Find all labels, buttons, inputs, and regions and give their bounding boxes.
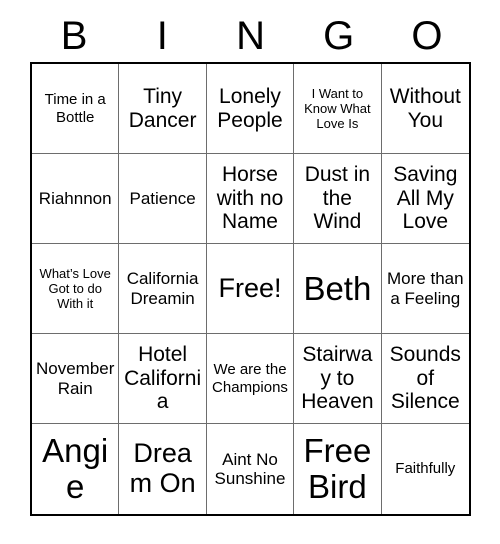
bingo-cell[interactable]: Sounds of Silence bbox=[381, 334, 469, 424]
bingo-cell[interactable]: Stairway to Heaven bbox=[294, 334, 382, 424]
bingo-cell[interactable]: Horse with no Name bbox=[206, 154, 295, 244]
bingo-grid: Time in a Bottle Tiny Dancer Lonely Peop… bbox=[30, 62, 471, 516]
bingo-cell[interactable]: Beth bbox=[294, 244, 382, 334]
bingo-cell-label: Riahnnon bbox=[38, 188, 112, 208]
bingo-cell-label: Dust in the Wind bbox=[304, 163, 371, 234]
bingo-cell[interactable]: Aint No Sunshine bbox=[206, 424, 295, 514]
bingo-cell[interactable]: Without You bbox=[381, 64, 469, 154]
bingo-cell[interactable]: Dust in the Wind bbox=[294, 154, 382, 244]
bingo-cell-label: I Want to Know What Love Is bbox=[304, 85, 371, 132]
bingo-cell[interactable]: Angie bbox=[32, 424, 120, 514]
bingo-cell-label: Patience bbox=[129, 188, 196, 208]
bingo-cell-label: Angie bbox=[42, 432, 109, 505]
bingo-cell-label: Horse with no Name bbox=[216, 163, 284, 234]
bingo-cell-label: Without You bbox=[389, 84, 461, 132]
bingo-cell[interactable]: Tiny Dancer bbox=[119, 64, 207, 154]
bingo-cell-label: Beth bbox=[303, 269, 372, 307]
bingo-cell[interactable]: Hotel California bbox=[119, 334, 207, 424]
bingo-cell-label: Dream On bbox=[129, 438, 196, 498]
header-letter-i: I bbox=[156, 14, 168, 58]
bingo-cell-label: What’s Love Got to do With it bbox=[39, 265, 111, 312]
bingo-cell[interactable]: Lonely People bbox=[206, 64, 295, 154]
bingo-cell[interactable]: We are the Champions bbox=[206, 334, 295, 424]
bingo-cell[interactable]: More than a Feeling bbox=[381, 244, 469, 334]
bingo-cell-label: Time in a Bottle bbox=[44, 91, 106, 126]
bingo-card: B I N G O Time in a Bottle Tiny Dancer L… bbox=[0, 0, 500, 544]
bingo-cell-label: Hotel California bbox=[124, 343, 202, 414]
bingo-cell[interactable]: Free Bird bbox=[294, 424, 382, 514]
bingo-cell-label: Tiny Dancer bbox=[128, 84, 197, 132]
header-letter-g: G bbox=[323, 14, 355, 58]
bingo-cell-label: Stairway to Heaven bbox=[301, 343, 374, 414]
header-letter-o: O bbox=[411, 14, 443, 58]
bingo-cell[interactable]: November Rain bbox=[32, 334, 120, 424]
bingo-cell[interactable]: Dream On bbox=[119, 424, 207, 514]
header-letter-b: B bbox=[60, 14, 88, 58]
bingo-cell-label: We are the Champions bbox=[212, 361, 288, 396]
bingo-cell[interactable]: What’s Love Got to do With it bbox=[32, 244, 120, 334]
bingo-cell-label: Sounds of Silence bbox=[389, 343, 461, 414]
bingo-cell-label: California Dreamin bbox=[126, 269, 199, 308]
bingo-cell-label: Aint No Sunshine bbox=[214, 449, 286, 488]
bingo-cell-label: More than a Feeling bbox=[387, 269, 464, 308]
bingo-free-space-label: Free! bbox=[218, 272, 282, 303]
bingo-cell-label: November Rain bbox=[35, 359, 115, 398]
bingo-cell[interactable]: California Dreamin bbox=[119, 244, 207, 334]
header-letter-n: N bbox=[236, 14, 265, 58]
bingo-header-row: B I N G O bbox=[30, 10, 471, 62]
bingo-cell[interactable]: Riahnnon bbox=[32, 154, 120, 244]
bingo-cell[interactable]: Saving All My Love bbox=[381, 154, 469, 244]
bingo-free-space[interactable]: Free! bbox=[206, 244, 295, 334]
bingo-cell-label: Lonely People bbox=[217, 84, 283, 132]
bingo-cell[interactable]: Patience bbox=[119, 154, 207, 244]
bingo-cell[interactable]: Faithfully bbox=[381, 424, 469, 514]
bingo-cell-label: Saving All My Love bbox=[393, 163, 458, 234]
bingo-cell-label: Faithfully bbox=[395, 460, 456, 478]
bingo-cell[interactable]: Time in a Bottle bbox=[32, 64, 120, 154]
bingo-cell-label: Free Bird bbox=[303, 432, 372, 505]
bingo-cell[interactable]: I Want to Know What Love Is bbox=[294, 64, 382, 154]
